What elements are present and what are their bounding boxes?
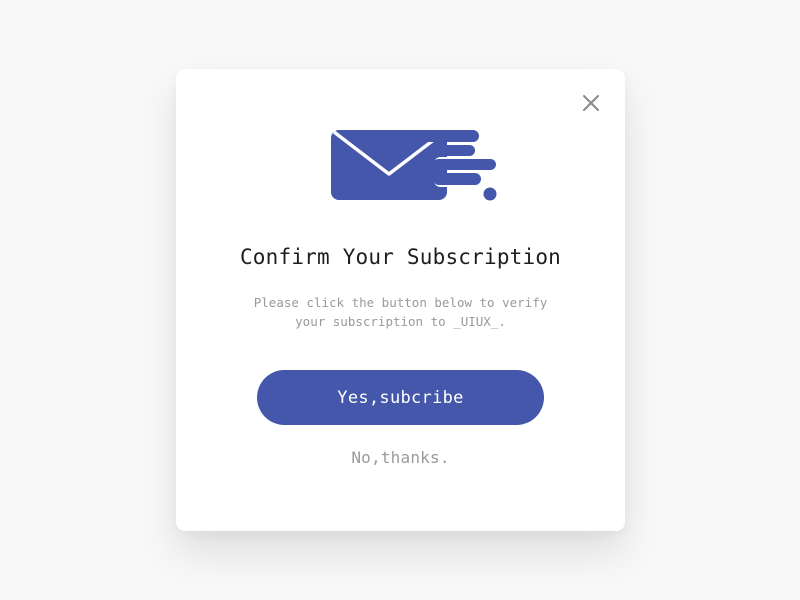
subscribe-confirm-button[interactable]: Yes,subcribe <box>257 370 544 425</box>
subscription-confirm-dialog: Confirm Your Subscription Please click t… <box>176 69 625 531</box>
dialog-description: Please click the button below to verify … <box>236 293 565 331</box>
description-line-1: Please click the button below to verify <box>253 295 548 310</box>
close-button[interactable] <box>580 92 602 114</box>
description-line-2: your subscription to _UIUX_. <box>295 314 506 329</box>
dialog-title: Confirm Your Subscription <box>239 245 562 269</box>
decline-link[interactable]: No,thanks. <box>176 446 625 470</box>
mail-send-icon <box>331 130 499 202</box>
close-icon <box>583 95 599 111</box>
